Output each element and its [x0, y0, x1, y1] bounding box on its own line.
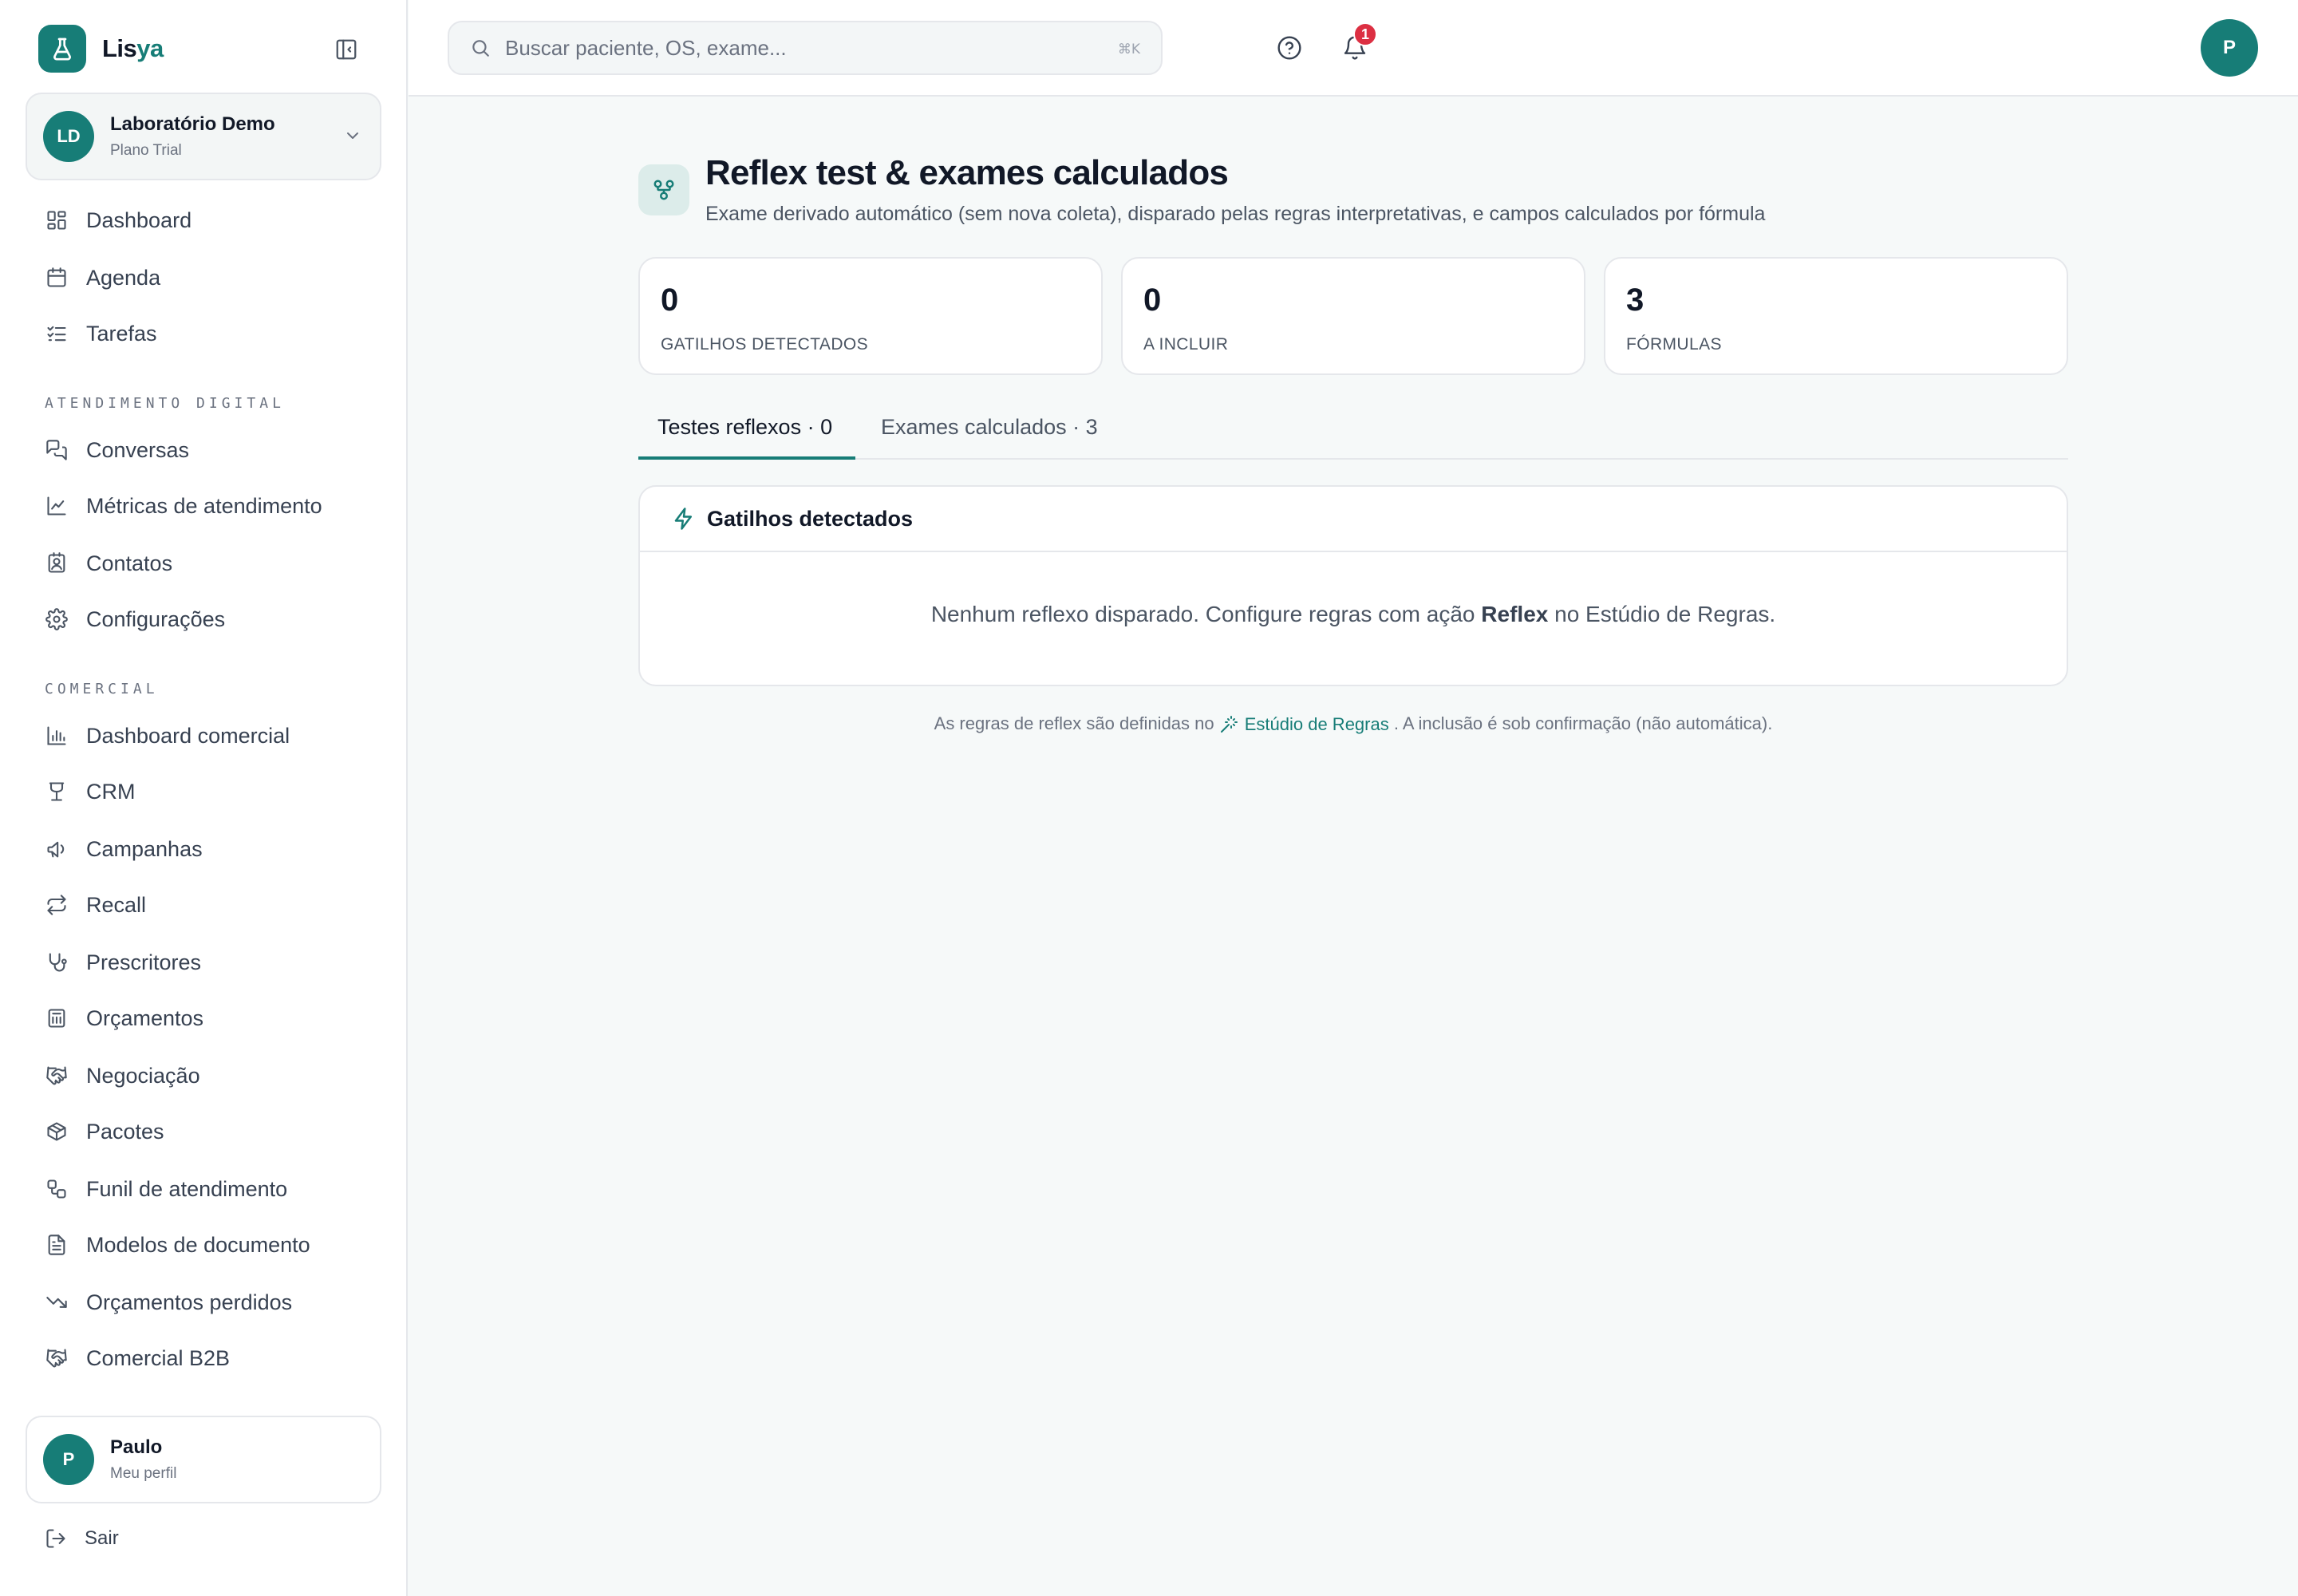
chevron-down-icon: [343, 126, 362, 145]
gatilhos-panel: Gatilhos detectados Nenhum reflexo dispa…: [638, 485, 2068, 686]
stat-card-formulas: 3 FÓRMULAS: [1604, 257, 2068, 375]
stethoscope-icon: [45, 950, 69, 974]
org-plan: Plano Trial: [110, 142, 182, 159]
sidebar: Lisya LD Laboratório Demo Plano Trial Da…: [0, 0, 408, 1596]
logout-button[interactable]: Sair: [45, 1527, 119, 1550]
collapse-sidebar-icon[interactable]: [332, 35, 361, 64]
profile-name: Paulo: [110, 1436, 163, 1458]
git-fork-icon: [638, 164, 689, 215]
nav-item-campanhas[interactable]: Campanhas: [45, 833, 203, 865]
flask-logo-icon: [38, 25, 86, 73]
empty-state-message: Nenhum reflexo disparado. Configure regr…: [930, 602, 1776, 626]
stat-card-a-incluir: 0 A INCLUIR: [1121, 257, 1585, 375]
document-icon: [45, 1233, 69, 1257]
calculator-icon: [45, 1006, 69, 1030]
gear-icon: [45, 607, 69, 631]
stat-value: 3: [1626, 282, 1645, 318]
search-shortcut: ⌘K: [1117, 41, 1140, 57]
page-title: Reflex test & exames calculados: [705, 153, 1229, 192]
search-box[interactable]: ⌘K: [448, 21, 1163, 75]
repeat-icon: [45, 893, 69, 917]
profile-card[interactable]: P Paulo Meu perfil: [26, 1416, 381, 1503]
profile-subtitle: Meu perfil: [110, 1465, 177, 1482]
nav-item-contatos[interactable]: Contatos: [45, 547, 172, 579]
nav-item-crm[interactable]: CRM: [45, 776, 136, 808]
nav-item-dashboard[interactable]: Dashboard: [45, 204, 192, 236]
nav-item-agenda[interactable]: Agenda: [45, 262, 160, 294]
bar-chart-icon: [45, 724, 69, 748]
estudio-de-regras-link[interactable]: Estúdio de Regras: [1219, 714, 1389, 735]
workflow-icon: [45, 1177, 69, 1201]
nav-item-funil[interactable]: Funil de atendimento: [45, 1173, 287, 1205]
trending-down-icon: [45, 1290, 69, 1314]
section-comercial: COMERCIAL: [45, 681, 159, 697]
stat-value: 0: [661, 282, 679, 318]
stat-value: 0: [1143, 282, 1162, 318]
stat-card-gatilhos: 0 GATILHOS DETECTADOS: [638, 257, 1103, 375]
nav-item-modelos-documento[interactable]: Modelos de documento: [45, 1229, 310, 1261]
topbar: ⌘K 1 P: [409, 0, 2298, 97]
messages-icon: [45, 438, 69, 462]
notifications-button[interactable]: 1: [1337, 22, 1377, 65]
nav-item-recall[interactable]: Recall: [45, 889, 146, 921]
tabs: Testes reflexos · 0 Exames calculados · …: [638, 407, 2068, 460]
nav-item-metricas[interactable]: Métricas de atendimento: [45, 490, 322, 522]
nav-item-tarefas[interactable]: Tarefas: [45, 318, 157, 350]
tab-exames-calculados[interactable]: Exames calculados · 3: [881, 407, 1098, 460]
nav-item-prescritores[interactable]: Prescritores: [45, 946, 201, 978]
nav-item-orcamentos[interactable]: Orçamentos: [45, 1002, 203, 1034]
logout-icon: [45, 1527, 67, 1550]
handshake-icon: [45, 1346, 69, 1370]
nav-item-dashboard-comercial[interactable]: Dashboard comercial: [45, 720, 290, 752]
panel-header: Gatilhos detectados: [640, 487, 2067, 552]
magic-wand-icon: [1219, 715, 1238, 734]
footer-note: As regras de reflex são definidas no Est…: [934, 713, 1773, 735]
stat-label: A INCLUIR: [1143, 335, 1229, 354]
nav-item-orcamentos-perdidos[interactable]: Orçamentos perdidos: [45, 1286, 292, 1318]
page-subtitle: Exame derivado automático (sem nova cole…: [705, 203, 1766, 225]
stat-label: FÓRMULAS: [1626, 335, 1722, 354]
brand[interactable]: Lisya: [38, 25, 164, 73]
line-chart-icon: [45, 494, 69, 518]
nav-item-comercial-b2b[interactable]: Comercial B2B: [45, 1342, 230, 1374]
megaphone-icon: [45, 837, 69, 861]
org-switcher[interactable]: LD Laboratório Demo Plano Trial: [26, 93, 381, 180]
brand-name: Lisya: [102, 34, 164, 62]
search-input[interactable]: [505, 35, 1064, 61]
zap-icon: [672, 507, 696, 531]
nav-item-configuracoes[interactable]: Configurações: [45, 603, 225, 635]
help-icon[interactable]: [1272, 30, 1307, 65]
layout-dashboard-icon: [45, 208, 69, 232]
tab-testes-reflexos[interactable]: Testes reflexos · 0: [638, 407, 855, 460]
nav-item-negociacao[interactable]: Negociação: [45, 1060, 200, 1092]
handshake-icon: [45, 1064, 69, 1088]
nav-item-pacotes[interactable]: Pacotes: [45, 1116, 164, 1148]
notification-badge: 1: [1353, 22, 1377, 46]
contact-icon: [45, 551, 69, 575]
stat-label: GATILHOS DETECTADOS: [661, 335, 869, 354]
panel-title: Gatilhos detectados: [707, 506, 914, 531]
nav-item-conversas[interactable]: Conversas: [45, 434, 189, 466]
profile-avatar: P: [43, 1434, 94, 1485]
org-name: Laboratório Demo: [110, 113, 275, 135]
search-icon: [470, 38, 491, 58]
package-icon: [45, 1120, 69, 1144]
user-avatar[interactable]: P: [2201, 19, 2258, 77]
org-avatar: LD: [43, 111, 94, 162]
crm-icon: [45, 780, 69, 804]
list-checks-icon: [45, 322, 69, 346]
section-atendimento-digital: ATENDIMENTO DIGITAL: [45, 395, 285, 412]
calendar-icon: [45, 266, 69, 290]
